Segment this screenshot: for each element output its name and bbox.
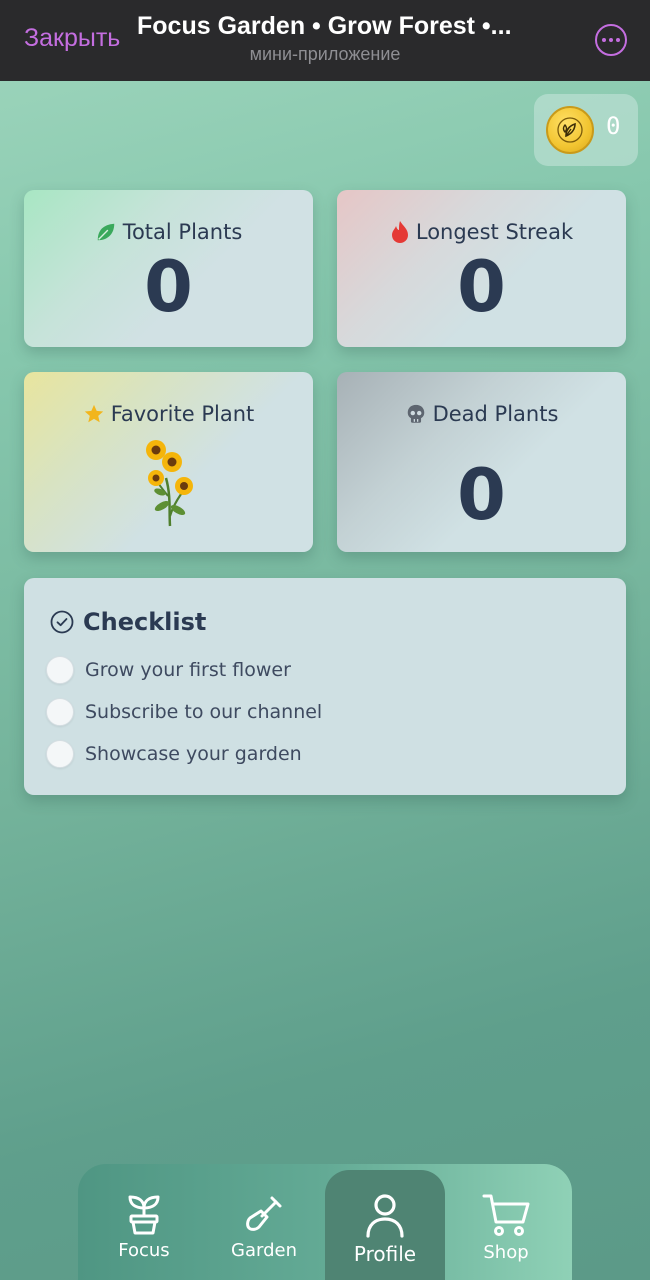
nav-label-garden: Garden xyxy=(231,1240,297,1261)
user-icon xyxy=(366,1194,404,1238)
favorite-plant-label: Favorite Plant xyxy=(110,402,255,426)
nav-label-profile: Profile xyxy=(353,1242,417,1266)
cart-icon xyxy=(482,1194,530,1236)
dead-plants-card: Dead Plants 0 xyxy=(337,372,626,552)
checklist-card: Checklist Grow your first flower Subscri… xyxy=(24,578,626,795)
app-title: Focus Garden • Grow Forest •... xyxy=(137,12,512,40)
longest-streak-label: Longest Streak xyxy=(415,220,574,244)
nav-label-shop: Shop xyxy=(483,1242,529,1263)
checklist-item-label: Grow your first flower xyxy=(85,659,291,681)
longest-streak-value: 0 xyxy=(457,246,506,328)
checklist-item-label: Showcase your garden xyxy=(85,743,302,765)
checklist-item[interactable]: Grow your first flower xyxy=(46,656,291,684)
checklist-item[interactable]: Subscribe to our channel xyxy=(46,698,322,726)
total-plants-card: Total Plants 0 xyxy=(24,190,313,347)
nav-item-focus[interactable]: Focus xyxy=(84,1164,204,1280)
longest-streak-card: Longest Streak 0 xyxy=(337,190,626,347)
checklist-title: Checklist xyxy=(83,608,207,636)
skull-icon xyxy=(407,404,424,423)
total-plants-value: 0 xyxy=(144,246,193,328)
flame-icon xyxy=(391,221,408,243)
star-icon xyxy=(84,404,103,423)
checklist-item[interactable]: Showcase your garden xyxy=(46,740,302,768)
sunflower-icon xyxy=(146,440,193,527)
app-subtitle: мини-приложение xyxy=(249,44,401,64)
more-options-icon[interactable] xyxy=(595,24,627,56)
coin-count: 0 xyxy=(606,112,621,140)
shovel-icon xyxy=(246,1196,282,1231)
nav-label-focus: Focus xyxy=(118,1240,170,1261)
checkbox[interactable] xyxy=(46,698,74,726)
nav-item-shop[interactable]: Shop xyxy=(446,1164,566,1280)
checkbox[interactable] xyxy=(46,656,74,684)
check-circle-icon xyxy=(50,610,74,634)
checklist-item-label: Subscribe to our channel xyxy=(85,701,323,723)
sprout-pot-icon xyxy=(128,1195,160,1235)
leaf-icon xyxy=(97,223,114,241)
coin-balance[interactable]: 0 xyxy=(534,94,638,166)
nav-item-profile[interactable]: Profile xyxy=(325,1170,445,1280)
favorite-plant-card: Favorite Plant xyxy=(24,372,313,552)
bottom-nav: Focus Garden Profile Shop xyxy=(78,1164,572,1280)
dead-plants-label: Dead Plants xyxy=(432,402,559,426)
coin-leaf-icon xyxy=(546,106,594,154)
nav-item-garden[interactable]: Garden xyxy=(204,1164,324,1280)
dead-plants-value: 0 xyxy=(457,454,506,536)
checkbox[interactable] xyxy=(46,740,74,768)
total-plants-label: Total Plants xyxy=(122,220,243,244)
top-bar: Закрыть Focus Garden • Grow Forest •... … xyxy=(0,0,650,81)
